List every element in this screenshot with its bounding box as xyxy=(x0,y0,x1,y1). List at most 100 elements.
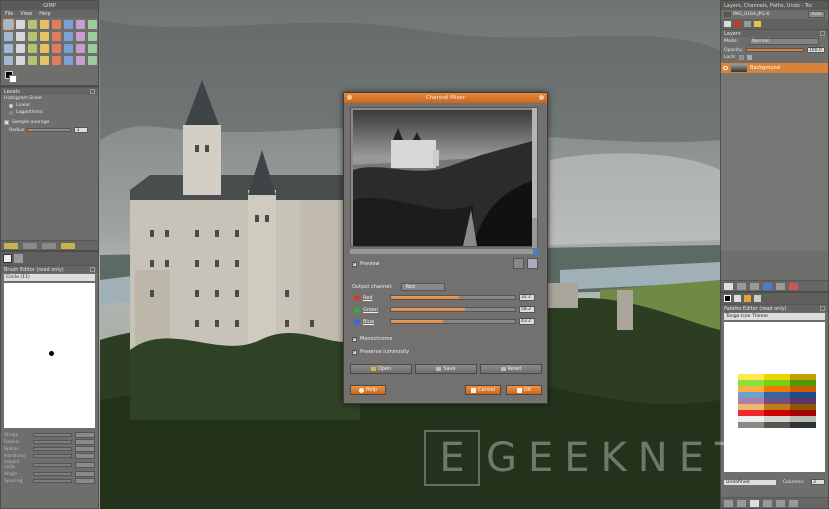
channel-slider[interactable] xyxy=(390,295,516,300)
palette-edit-icon[interactable] xyxy=(737,500,746,507)
fg-bg-tab-icon[interactable] xyxy=(724,295,731,302)
shear-tool-icon[interactable] xyxy=(4,44,13,53)
opacity-slider[interactable] xyxy=(745,48,804,52)
color-picker-tool-icon[interactable] xyxy=(4,32,13,41)
zoom-tool-icon[interactable] xyxy=(16,32,25,41)
ink-tool-icon[interactable] xyxy=(28,56,37,65)
channel-value-input[interactable]: 58.2 xyxy=(519,306,535,313)
panel-close-icon[interactable] xyxy=(820,306,825,311)
palette-new-icon[interactable] xyxy=(750,500,759,507)
sample-average-toggle[interactable]: Sample average xyxy=(1,119,98,126)
bucket-fill-tool-icon[interactable] xyxy=(52,44,61,53)
brush-prop-slider[interactable] xyxy=(32,463,73,467)
anchor-layer-icon[interactable] xyxy=(776,283,785,290)
brush-prop-input[interactable] xyxy=(75,446,95,452)
menu-view[interactable]: View xyxy=(20,11,32,17)
paths-tab-icon[interactable] xyxy=(744,21,751,27)
palette-swatch[interactable] xyxy=(738,422,764,428)
fuzzy-select-tool-icon[interactable] xyxy=(40,20,49,29)
brush-name-field[interactable]: Circle (11) xyxy=(4,274,95,281)
layers-tab-icon[interactable] xyxy=(724,21,731,27)
palette-save-icon[interactable] xyxy=(724,500,733,507)
delete-layer-icon[interactable] xyxy=(789,283,798,290)
channel-value-input[interactable]: 32.2 xyxy=(519,294,535,301)
ellipse-select-tool-icon[interactable] xyxy=(16,20,25,29)
font-tab-icon[interactable] xyxy=(754,295,761,302)
perspective-tool-icon[interactable] xyxy=(16,44,25,53)
brush-prop-slider[interactable] xyxy=(32,447,73,451)
foreground-select-tool-icon[interactable] xyxy=(76,20,85,29)
palette-swatch[interactable] xyxy=(764,422,790,428)
mode-select[interactable]: Normal xyxy=(749,38,820,45)
panel-close-icon[interactable] xyxy=(90,89,95,94)
color-tab-icon[interactable] xyxy=(734,295,741,302)
channels-tab-icon[interactable] xyxy=(734,21,741,27)
dodge-burn-tool-icon[interactable] xyxy=(88,56,97,65)
brush-tab-icon[interactable] xyxy=(3,254,12,263)
palette-zoom-in-icon[interactable] xyxy=(789,500,798,507)
brush-prop-input[interactable] xyxy=(75,471,95,477)
panel-close-icon[interactable] xyxy=(90,267,95,272)
radio-linear[interactable]: Linear xyxy=(1,102,98,109)
new-layer-icon[interactable] xyxy=(724,283,733,290)
dialog-close-icon[interactable] xyxy=(539,95,544,100)
eraser-tool-icon[interactable] xyxy=(4,56,13,65)
pattern-tab-icon[interactable] xyxy=(14,254,23,263)
clone-tool-icon[interactable] xyxy=(40,56,49,65)
preview-vscrollbar[interactable] xyxy=(532,108,537,248)
dialog-menu-icon[interactable] xyxy=(347,95,352,100)
restore-options-icon[interactable] xyxy=(23,243,37,249)
dialog-titlebar[interactable]: Channel Mixer xyxy=(344,93,547,103)
zoom-out-button[interactable] xyxy=(513,258,524,269)
cancel-button[interactable]: Cancel xyxy=(465,385,501,395)
text-tool-icon[interactable] xyxy=(40,44,49,53)
measure-tool-icon[interactable] xyxy=(28,32,37,41)
preview-area[interactable] xyxy=(350,107,538,248)
brush-prop-input[interactable] xyxy=(75,462,95,468)
free-select-tool-icon[interactable] xyxy=(28,20,37,29)
brush-prop-slider[interactable] xyxy=(32,440,73,444)
opacity-input[interactable]: 100.0 xyxy=(806,47,825,53)
raise-layer-icon[interactable] xyxy=(737,283,746,290)
lock-alpha-icon[interactable] xyxy=(747,55,753,60)
radius-input[interactable]: 3 xyxy=(74,127,89,133)
pencil-tool-icon[interactable] xyxy=(76,44,85,53)
palette-delete-icon[interactable] xyxy=(763,500,772,507)
paths-tool-icon[interactable] xyxy=(88,20,97,29)
color-select-tool-icon[interactable] xyxy=(52,20,61,29)
menu-help[interactable]: Help xyxy=(39,11,50,17)
palette-name-field[interactable]: Tango Icon Theme xyxy=(724,313,825,320)
auto-button[interactable]: Auto xyxy=(808,11,825,18)
scissors-tool-icon[interactable] xyxy=(64,20,73,29)
heal-tool-icon[interactable] xyxy=(52,56,61,65)
reset-options-icon[interactable] xyxy=(61,243,75,249)
preview-navigate-icon[interactable] xyxy=(533,249,539,255)
lock-pixels-checkbox[interactable] xyxy=(739,55,745,60)
paintbrush-tool-icon[interactable] xyxy=(88,44,97,53)
duplicate-layer-icon[interactable] xyxy=(763,283,772,290)
save-button[interactable]: Save xyxy=(415,364,477,374)
zoom-in-button[interactable] xyxy=(527,258,538,269)
flip-tool-icon[interactable] xyxy=(28,44,37,53)
image-selector[interactable]: IMG_0184.JPG-6 xyxy=(724,12,770,17)
airbrush-tool-icon[interactable] xyxy=(16,56,25,65)
brush-prop-slider[interactable] xyxy=(32,454,73,458)
preview-hscrollbar[interactable] xyxy=(350,249,533,254)
brush-prop-input[interactable] xyxy=(75,432,95,438)
open-button[interactable]: Open xyxy=(350,364,412,374)
blend-tool-icon[interactable] xyxy=(64,44,73,53)
palette-zoom-out-icon[interactable] xyxy=(776,500,785,507)
brush-prop-slider[interactable] xyxy=(32,433,73,437)
fg-bg-colors[interactable] xyxy=(5,71,17,83)
visibility-eye-icon[interactable] xyxy=(723,66,728,70)
palette-swatch[interactable] xyxy=(790,422,816,428)
preserve-luminosity-toggle[interactable]: ✓ Preserve luminosity xyxy=(352,349,409,355)
smudge-tool-icon[interactable] xyxy=(76,56,85,65)
channel-slider[interactable] xyxy=(390,319,516,324)
undo-tab-icon[interactable] xyxy=(754,21,761,27)
rotate-tool-icon[interactable] xyxy=(76,32,85,41)
move-tool-icon[interactable] xyxy=(40,32,49,41)
palette-tab-icon[interactable] xyxy=(744,295,751,302)
brush-prop-slider[interactable] xyxy=(32,479,73,483)
channel-value-input[interactable]: 43.2 xyxy=(519,318,535,325)
